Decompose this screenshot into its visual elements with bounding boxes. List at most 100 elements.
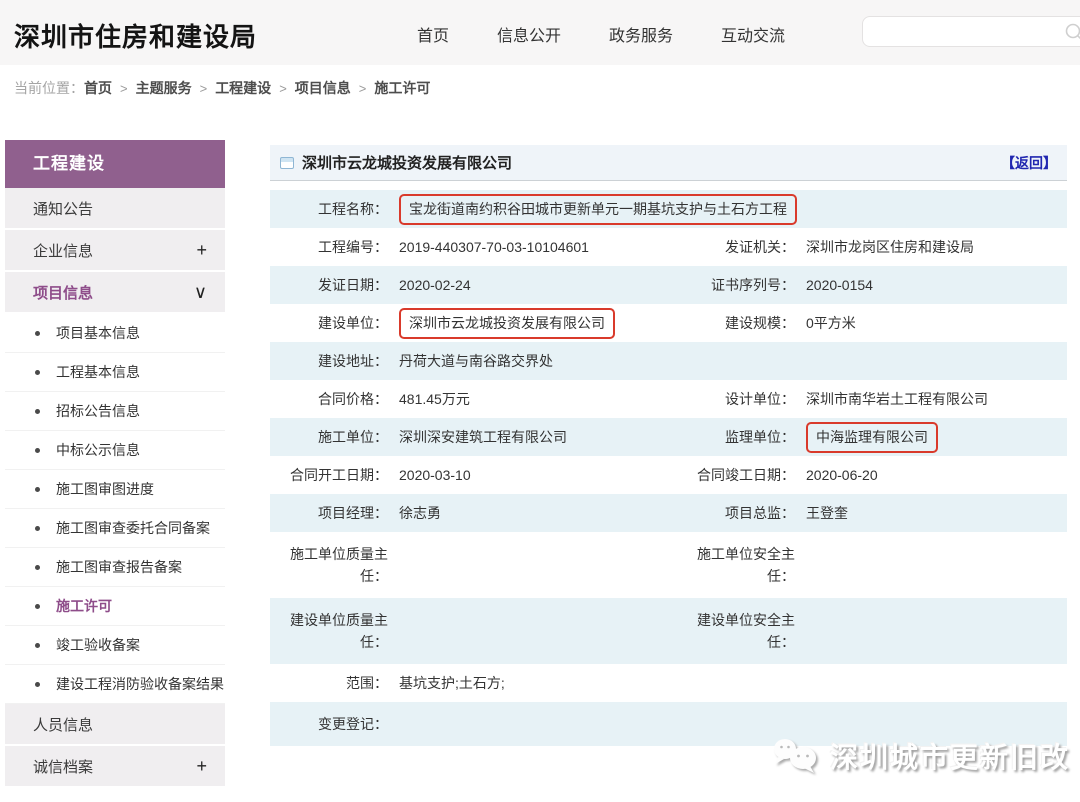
sidebar-item[interactable]: 招标公告信息 [5,392,225,431]
breadcrumb-prefix: 当前位置： [14,78,84,98]
table-row: 工程编号：2019-440307-70-03-10104601发证机关：深圳市龙… [270,228,1067,266]
field-value: 深圳市龙岗区住房和建设局 [795,237,1067,258]
nav-item-1[interactable]: 首页 [417,22,449,46]
sidebar-item-label: 项目基本信息 [56,323,140,343]
sidebar-item-label: 施工图审图进度 [56,479,154,499]
sidebar-item[interactable]: 竣工验收备案 [5,626,225,665]
sidebar-item[interactable]: 项目信息∨ [5,272,225,314]
field-label: 建设单位质量主 任： [270,609,388,654]
bullet-icon [35,682,40,687]
field-label: 发证日期： [270,274,388,296]
breadcrumb-list: 首页>主题服务>工程建设>项目信息>施工许可 [84,78,430,98]
table-row: 建设地址：丹荷大道与南谷路交界处 [270,342,1067,380]
sidebar-item[interactable]: 企业信息 + [5,230,225,272]
breadcrumb-link-3[interactable]: 工程建设 [215,78,271,98]
field-value: 基坑支护;土石方; [388,673,1067,694]
field-value: 深圳市云龙城投资发展有限公司 [388,308,675,339]
bullet-icon [35,526,40,531]
breadcrumb-link-4[interactable]: 项目信息 [295,78,351,98]
breadcrumb-link-2[interactable]: 主题服务 [136,78,192,98]
back-button[interactable]: 【返回】 [1001,153,1057,173]
wechat-bubbles-icon [770,735,822,777]
watermark: 深圳城市更新旧改 [770,735,1070,777]
field-value: 宝龙街道南约积谷田城市更新单元一期基坑支护与土石方工程 [388,194,1067,225]
search-box[interactable] [862,16,1080,47]
sidebar-item-label: 建设工程消防验收备案结果 [56,674,224,694]
sidebar-item[interactable]: 诚信档案+ [5,746,225,788]
sidebar-item[interactable]: 人员信息 [5,704,225,746]
permit-info-table: 工程名称： 宝龙街道南约积谷田城市更新单元一期基坑支护与土石方工程工程编号：201… [270,190,1067,746]
nav-item-4[interactable]: 互动交流 [721,22,785,46]
breadcrumb-separator: > [279,81,287,96]
sidebar-item[interactable]: 通知公告 [5,188,225,230]
nav-item-2[interactable]: 信息公开 [497,22,561,46]
field-label: 建设地址： [270,350,388,372]
sidebar-item[interactable]: 施工图审查报告备案 [5,548,225,587]
breadcrumb-separator: > [120,81,128,96]
sidebar-item[interactable]: 施工许可 [5,587,225,626]
sidebar-item[interactable]: 项目基本信息 [5,314,225,353]
highlight-box: 中海监理有限公司 [806,422,938,453]
field-label: 合同价格： [270,388,388,410]
table-row: 建设单位： 深圳市云龙城投资发展有限公司 建设规模：0平方米 [270,304,1067,342]
breadcrumb-separator: > [359,81,367,96]
site-logo: 深圳市住房和建设局 [14,17,257,54]
table-row: 范围：基坑支护;土石方; [270,664,1067,702]
field-value: 深圳深安建筑工程有限公司 [388,427,675,448]
field-label: 施工单位安全主 任： [675,543,795,588]
breadcrumb-link-5[interactable]: 施工许可 [374,78,430,98]
table-row: 发证日期：2020-02-24证书序列号：2020-0154 [270,266,1067,304]
field-label: 合同开工日期： [270,464,388,486]
bullet-icon [35,448,40,453]
company-title: 深圳市云龙城投资发展有限公司 [302,152,512,173]
sidebar-item[interactable]: 施工图审查委托合同备案 [5,509,225,548]
field-value: 2020-06-20 [795,465,1067,486]
sidebar-item-label: 项目信息 [33,282,93,303]
field-value: 中海监理有限公司 [795,422,1067,453]
highlight-box: 宝龙街道南约积谷田城市更新单元一期基坑支护与土石方工程 [399,194,797,225]
sidebar-item[interactable]: 工程基本信息 [5,353,225,392]
field-label: 工程编号： [270,236,388,258]
table-row: 合同开工日期：2020-03-10合同竣工日期：2020-06-20 [270,456,1067,494]
field-value: 0平方米 [795,313,1067,334]
field-value: 深圳市南华岩土工程有限公司 [795,389,1067,410]
page: 深圳市住房和建设局 首页 信息公开 政务服务 互动交流 当前位置： 首页 > 主题服务 > 工… [0,0,1080,802]
nav-item-3[interactable]: 政务服务 [609,22,673,46]
field-value: 2020-0154 [795,275,1067,296]
field-label: 建设单位安全主 任： [675,609,795,654]
main-nav: 首页 信息公开 政务服务 互动交流 [417,22,785,46]
bullet-icon [35,409,40,414]
field-label: 发证机关： [675,236,795,258]
field-label: 建设单位： [270,312,388,334]
field-value: 481.45万元 [388,389,675,410]
sidebar-item-label: 竣工验收备案 [56,635,140,655]
bullet-icon [35,331,40,336]
field-label: 项目总监： [675,502,795,524]
field-label: 合同竣工日期： [675,464,795,486]
sidebar-item[interactable]: 施工图审图进度 [5,470,225,509]
field-value: 徐志勇 [388,503,675,524]
plus-icon: + [196,240,207,261]
highlight-box: 深圳市云龙城投资发展有限公司 [399,308,615,339]
top-header: 深圳市住房和建设局 首页 信息公开 政务服务 互动交流 [0,0,1080,65]
field-label: 工程名称： [270,198,388,220]
search-input[interactable] [863,17,1064,46]
sidebar-item[interactable]: 建设工程消防验收备案结果 [5,665,225,704]
table-row: 合同价格：481.45万元设计单位：深圳市南华岩土工程有限公司 [270,380,1067,418]
sidebar-items: 通知公告企业信息+项目信息∨项目基本信息工程基本信息招标公告信息中标公示信息施工… [5,188,225,788]
search-icon[interactable] [1064,22,1080,42]
field-label: 设计单位： [675,388,795,410]
breadcrumb: 当前位置： 首页>主题服务>工程建设>项目信息>施工许可 [14,78,430,98]
bullet-icon [35,370,40,375]
sidebar-item-label: 企业信息 [33,240,93,261]
sidebar-item-label: 招标公告信息 [56,401,140,421]
field-value: 2019-440307-70-03-10104601 [388,237,675,258]
sidebar-item[interactable]: 中标公示信息 [5,431,225,470]
field-label: 建设规模： [675,312,795,334]
sidebar-item-label: 通知公告 [33,198,93,219]
watermark-text: 深圳城市更新旧改 [830,736,1070,776]
content-titlebar: 深圳市云龙城投资发展有限公司 【返回】 [270,145,1067,181]
field-label: 项目经理： [270,502,388,524]
breadcrumb-link-1[interactable]: 首页 [84,78,112,98]
field-label: 证书序列号： [675,274,795,296]
